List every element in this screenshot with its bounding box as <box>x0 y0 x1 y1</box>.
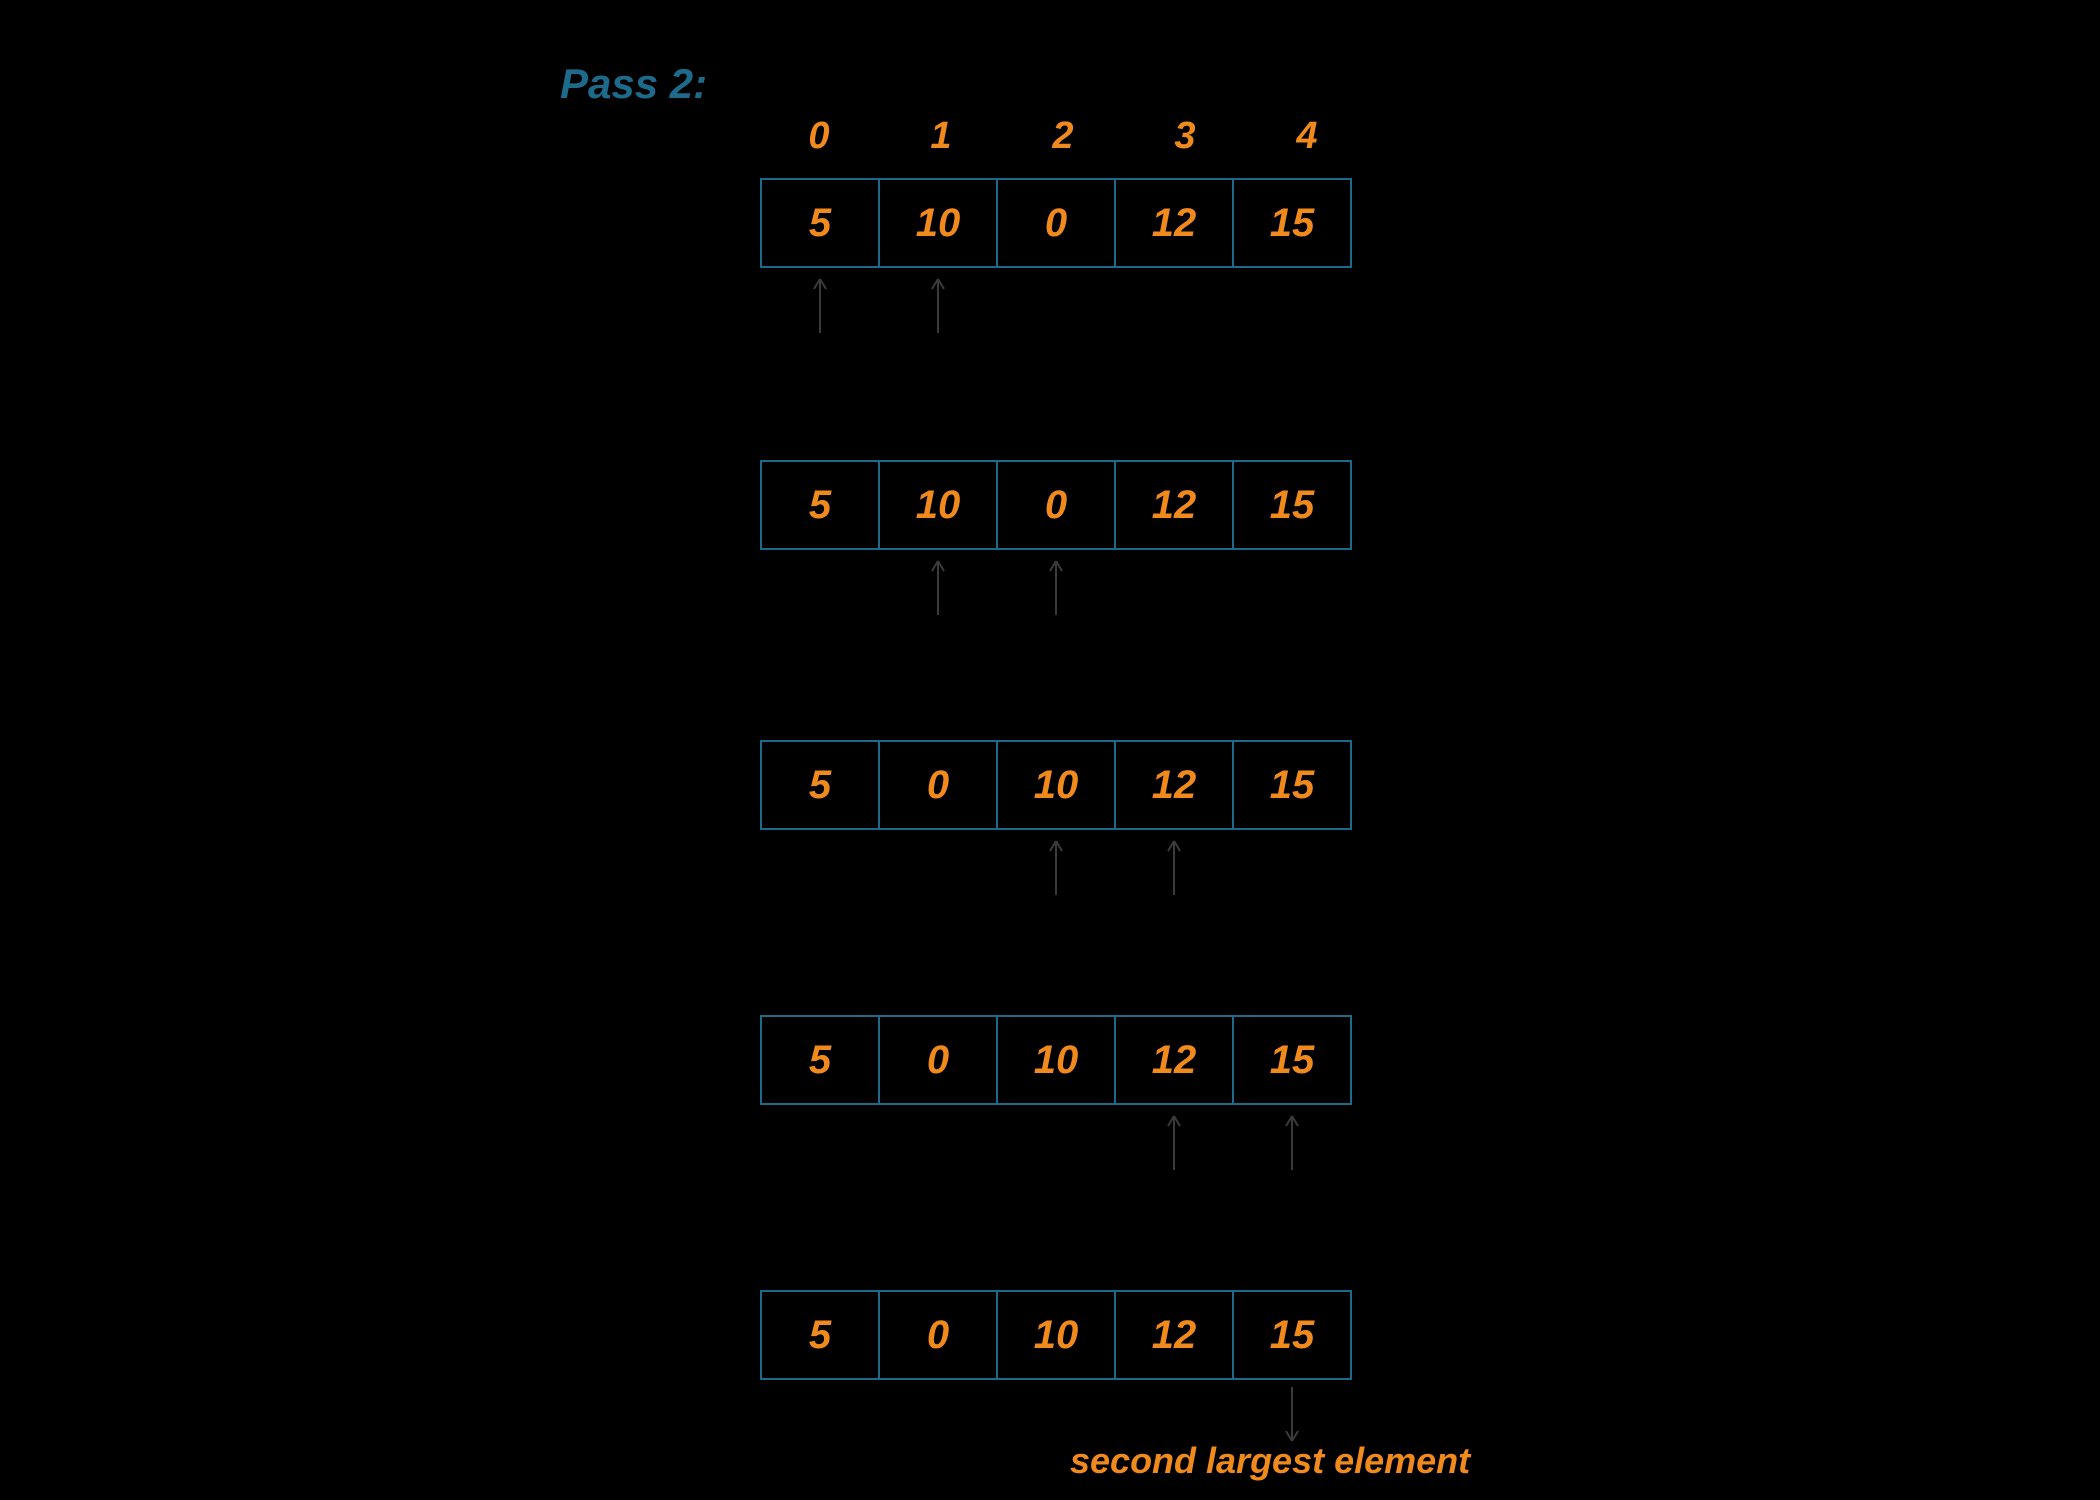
arrow-up-icon <box>808 275 832 335</box>
array-step-1: 5 10 0 12 15 <box>760 178 1352 268</box>
cell: 10 <box>996 1015 1116 1105</box>
cell: 0 <box>878 1290 998 1380</box>
cell: 5 <box>760 1290 880 1380</box>
cell: 10 <box>878 178 998 268</box>
cell: 0 <box>996 178 1116 268</box>
array-step-3: 5 0 10 12 15 <box>760 740 1352 830</box>
cell: 12 <box>1114 1015 1234 1105</box>
array-step-2: 5 10 0 12 15 <box>760 460 1352 550</box>
cell: 5 <box>760 740 880 830</box>
cell: 5 <box>760 1015 880 1105</box>
cell: 10 <box>878 460 998 550</box>
cell: 5 <box>760 178 880 268</box>
cell: 12 <box>1114 740 1234 830</box>
cell: 0 <box>878 740 998 830</box>
arrow-up-icon <box>1044 557 1068 617</box>
cell: 0 <box>996 460 1116 550</box>
array-step-4: 5 0 10 12 15 <box>760 1015 1352 1105</box>
annotation-second-largest: second largest element <box>1070 1440 1470 1482</box>
cell: 0 <box>878 1015 998 1105</box>
index-0: 0 <box>758 115 880 158</box>
cell: 15 <box>1232 178 1352 268</box>
cell: 12 <box>1114 460 1234 550</box>
cell: 15 <box>1232 460 1352 550</box>
index-3: 3 <box>1124 115 1246 158</box>
cell: 15 <box>1232 1290 1352 1380</box>
arrow-up-icon <box>1044 837 1068 897</box>
arrow-up-icon <box>1162 1112 1186 1172</box>
index-2: 2 <box>1002 115 1124 158</box>
arrow-up-icon <box>926 557 950 617</box>
cell: 15 <box>1232 1015 1352 1105</box>
arrow-up-icon <box>1280 1112 1304 1172</box>
cell: 15 <box>1232 740 1352 830</box>
pass-title: Pass 2: <box>560 60 707 108</box>
index-row: 0 1 2 3 4 <box>758 115 1368 158</box>
arrow-down-icon <box>1280 1385 1304 1445</box>
cell: 12 <box>1114 178 1234 268</box>
array-step-5: 5 0 10 12 15 <box>760 1290 1352 1380</box>
index-1: 1 <box>880 115 1002 158</box>
arrow-up-icon <box>926 275 950 335</box>
cell: 10 <box>996 740 1116 830</box>
cell: 10 <box>996 1290 1116 1380</box>
index-4: 4 <box>1246 115 1368 158</box>
arrow-up-icon <box>1162 837 1186 897</box>
cell: 12 <box>1114 1290 1234 1380</box>
cell: 5 <box>760 460 880 550</box>
